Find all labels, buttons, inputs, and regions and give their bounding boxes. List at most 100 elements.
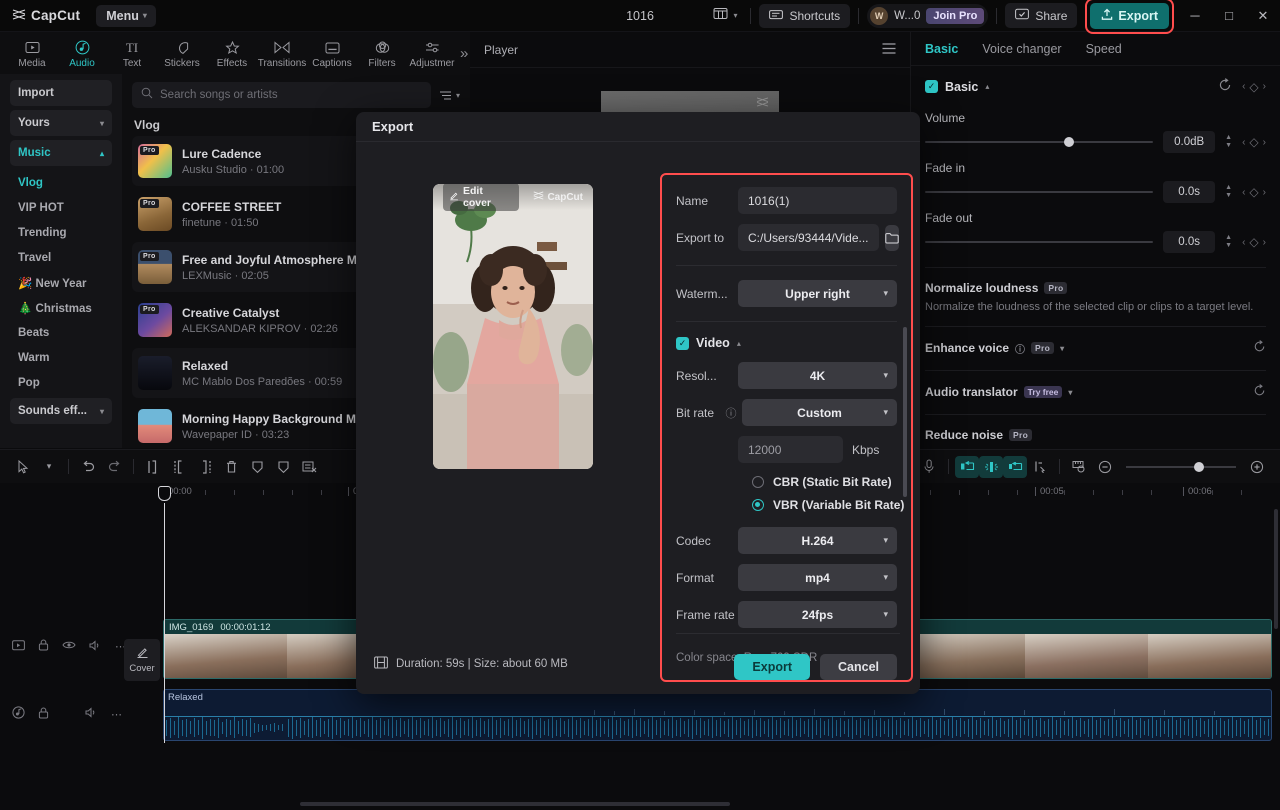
vbr-radio-row[interactable]: VBR (Variable Bit Rate) (752, 498, 911, 512)
edit-cover-button[interactable]: Edit cover (443, 184, 519, 211)
account-button[interactable]: W W...0 Join Pro (867, 4, 988, 28)
tab-stickers[interactable]: Stickers (158, 37, 206, 69)
tab-text[interactable]: TI Text (108, 37, 156, 69)
fade-out-stepper[interactable]: ▲▼ (1225, 234, 1232, 250)
watermark-select[interactable]: Upper right ▾ (738, 280, 897, 307)
trim-start-icon[interactable] (166, 454, 192, 480)
video-checkbox[interactable]: ✓ (676, 337, 689, 350)
keyframe-control[interactable]: ‹◇› (1242, 235, 1266, 249)
sidebar-item-yours[interactable]: Yours ▾ (10, 110, 112, 136)
cursor-icon[interactable] (10, 454, 36, 480)
feature-audio-translator[interactable]: Audio translator Try free ▾ (911, 371, 1280, 400)
tab-filters[interactable]: Filters (358, 37, 406, 69)
split-icon[interactable] (140, 454, 166, 480)
hamburger-icon[interactable] (882, 43, 896, 57)
freeze-icon[interactable] (244, 454, 270, 480)
feature-reduce-noise[interactable]: Reduce noise Pro (911, 415, 1280, 442)
cover-preview[interactable]: Edit cover CapCut (433, 184, 593, 469)
feature-normalize-loudness[interactable]: Normalize loudness Pro (911, 268, 1280, 295)
zoom-out-icon[interactable] (1092, 454, 1118, 480)
sidebar-item-pop[interactable]: Pop (10, 370, 112, 395)
feature-enhance-voice[interactable]: Enhance voice ⓘ Pro ▾ (911, 327, 1280, 356)
keyframe-control[interactable]: ‹◇› (1242, 80, 1266, 94)
audio-note-icon[interactable] (12, 706, 25, 722)
close-button[interactable]: ✕ (1250, 4, 1276, 28)
lock-icon[interactable] (38, 707, 49, 722)
sidebar-item-new-year[interactable]: 🎉 New Year (10, 270, 112, 295)
chevron-up-icon[interactable]: ▴ (737, 339, 741, 348)
trim-end-icon[interactable] (192, 454, 218, 480)
mask-icon[interactable] (270, 454, 296, 480)
export-path-input[interactable]: C:/Users/93444/Vide... (738, 224, 879, 251)
slider-knob[interactable] (1194, 462, 1204, 472)
tab-captions[interactable]: Captions (308, 37, 356, 69)
tab-transitions[interactable]: Transitions (258, 37, 306, 69)
resolution-select[interactable]: 4K ▾ (738, 362, 897, 389)
sidebar-item-trending[interactable]: Trending (10, 220, 112, 245)
sidebar-item-import[interactable]: Import (10, 80, 112, 106)
playhead[interactable] (164, 503, 165, 743)
search-input[interactable]: Search songs or artists (132, 82, 431, 108)
more-icon[interactable]: ⋯ (111, 708, 122, 721)
sidebar-item-christmas[interactable]: 🎄 Christmas (10, 295, 112, 320)
vbr-radio[interactable] (752, 499, 764, 511)
codec-select[interactable]: H.264 ▾ (738, 527, 897, 554)
delete-icon[interactable] (218, 454, 244, 480)
tab-effects[interactable]: Effects (208, 37, 256, 69)
sidebar-item-travel[interactable]: Travel (10, 245, 112, 270)
volume-value[interactable]: 0.0dB (1163, 131, 1215, 153)
basic-checkbox[interactable]: ✓ (925, 80, 938, 93)
auto-cut-icon[interactable] (955, 456, 979, 478)
reset-icon[interactable] (1253, 340, 1266, 356)
redo-icon[interactable] (101, 454, 127, 480)
tab-speed[interactable]: Speed (1086, 42, 1122, 56)
cbr-radio[interactable] (752, 476, 764, 488)
tab-voice-changer[interactable]: Voice changer (982, 42, 1061, 56)
layout-button[interactable]: ▾ (708, 4, 742, 28)
audio-clip[interactable]: Relaxed (163, 689, 1272, 741)
eye-icon[interactable] (62, 640, 76, 653)
format-select[interactable]: mp4 ▾ (738, 564, 897, 591)
fade-in-stepper[interactable]: ▲▼ (1225, 184, 1232, 200)
shortcuts-button[interactable]: Shortcuts (759, 4, 850, 28)
help-icon[interactable]: ⓘ (724, 405, 738, 421)
volume-icon[interactable] (89, 640, 102, 654)
chevron-up-icon[interactable]: ▴ (985, 82, 989, 91)
share-button[interactable]: Share (1005, 3, 1077, 28)
export-button[interactable]: Export (1090, 3, 1169, 29)
settings-scrollbar[interactable] (903, 327, 907, 497)
volume-icon[interactable] (85, 707, 98, 721)
zoom-slider[interactable] (1126, 466, 1236, 468)
maximize-button[interactable]: □ (1216, 4, 1242, 28)
sidebar-item-music[interactable]: Music ▴ (10, 140, 112, 166)
link-icon[interactable] (1003, 456, 1027, 478)
reset-icon[interactable] (1253, 384, 1266, 400)
volume-stepper[interactable]: ▲▼ (1225, 134, 1232, 150)
zoom-in-icon[interactable] (1244, 454, 1270, 480)
beat-icon[interactable] (979, 456, 1003, 478)
keyframe-control[interactable]: ‹◇› (1242, 185, 1266, 199)
chevron-down-icon[interactable]: ▾ (36, 454, 62, 480)
lock-icon[interactable] (38, 639, 49, 654)
tab-media[interactable]: Media (8, 37, 56, 69)
clip-icon[interactable] (12, 640, 25, 654)
sidebar-item-warm[interactable]: Warm (10, 345, 112, 370)
menu-button[interactable]: Menu ▾ (96, 5, 156, 27)
framerate-select[interactable]: 24fps ▾ (738, 601, 897, 628)
playhead-grip[interactable] (158, 486, 171, 501)
help-icon[interactable]: ⓘ (1015, 341, 1025, 356)
more-tabs-button[interactable]: » (460, 45, 468, 62)
minimize-button[interactable]: ─ (1182, 4, 1208, 28)
bitrate-select[interactable]: Custom ▾ (742, 399, 897, 426)
cover-button[interactable]: Cover (124, 639, 160, 681)
cancel-button[interactable]: Cancel (820, 654, 897, 680)
ruler-icon[interactable] (1066, 454, 1092, 480)
cbr-radio-row[interactable]: CBR (Static Bit Rate) (752, 475, 911, 489)
vertical-scrollbar[interactable] (1274, 509, 1278, 629)
fade-in-value[interactable]: 0.0s (1163, 181, 1215, 203)
chevron-down-icon[interactable]: ▾ (1068, 388, 1072, 397)
horizontal-scrollbar[interactable] (300, 802, 730, 806)
keyframe-control[interactable]: ‹◇› (1242, 135, 1266, 149)
slider-knob[interactable] (1064, 137, 1074, 147)
sidebar-item-vip-hot[interactable]: VIP HOT (10, 195, 112, 220)
